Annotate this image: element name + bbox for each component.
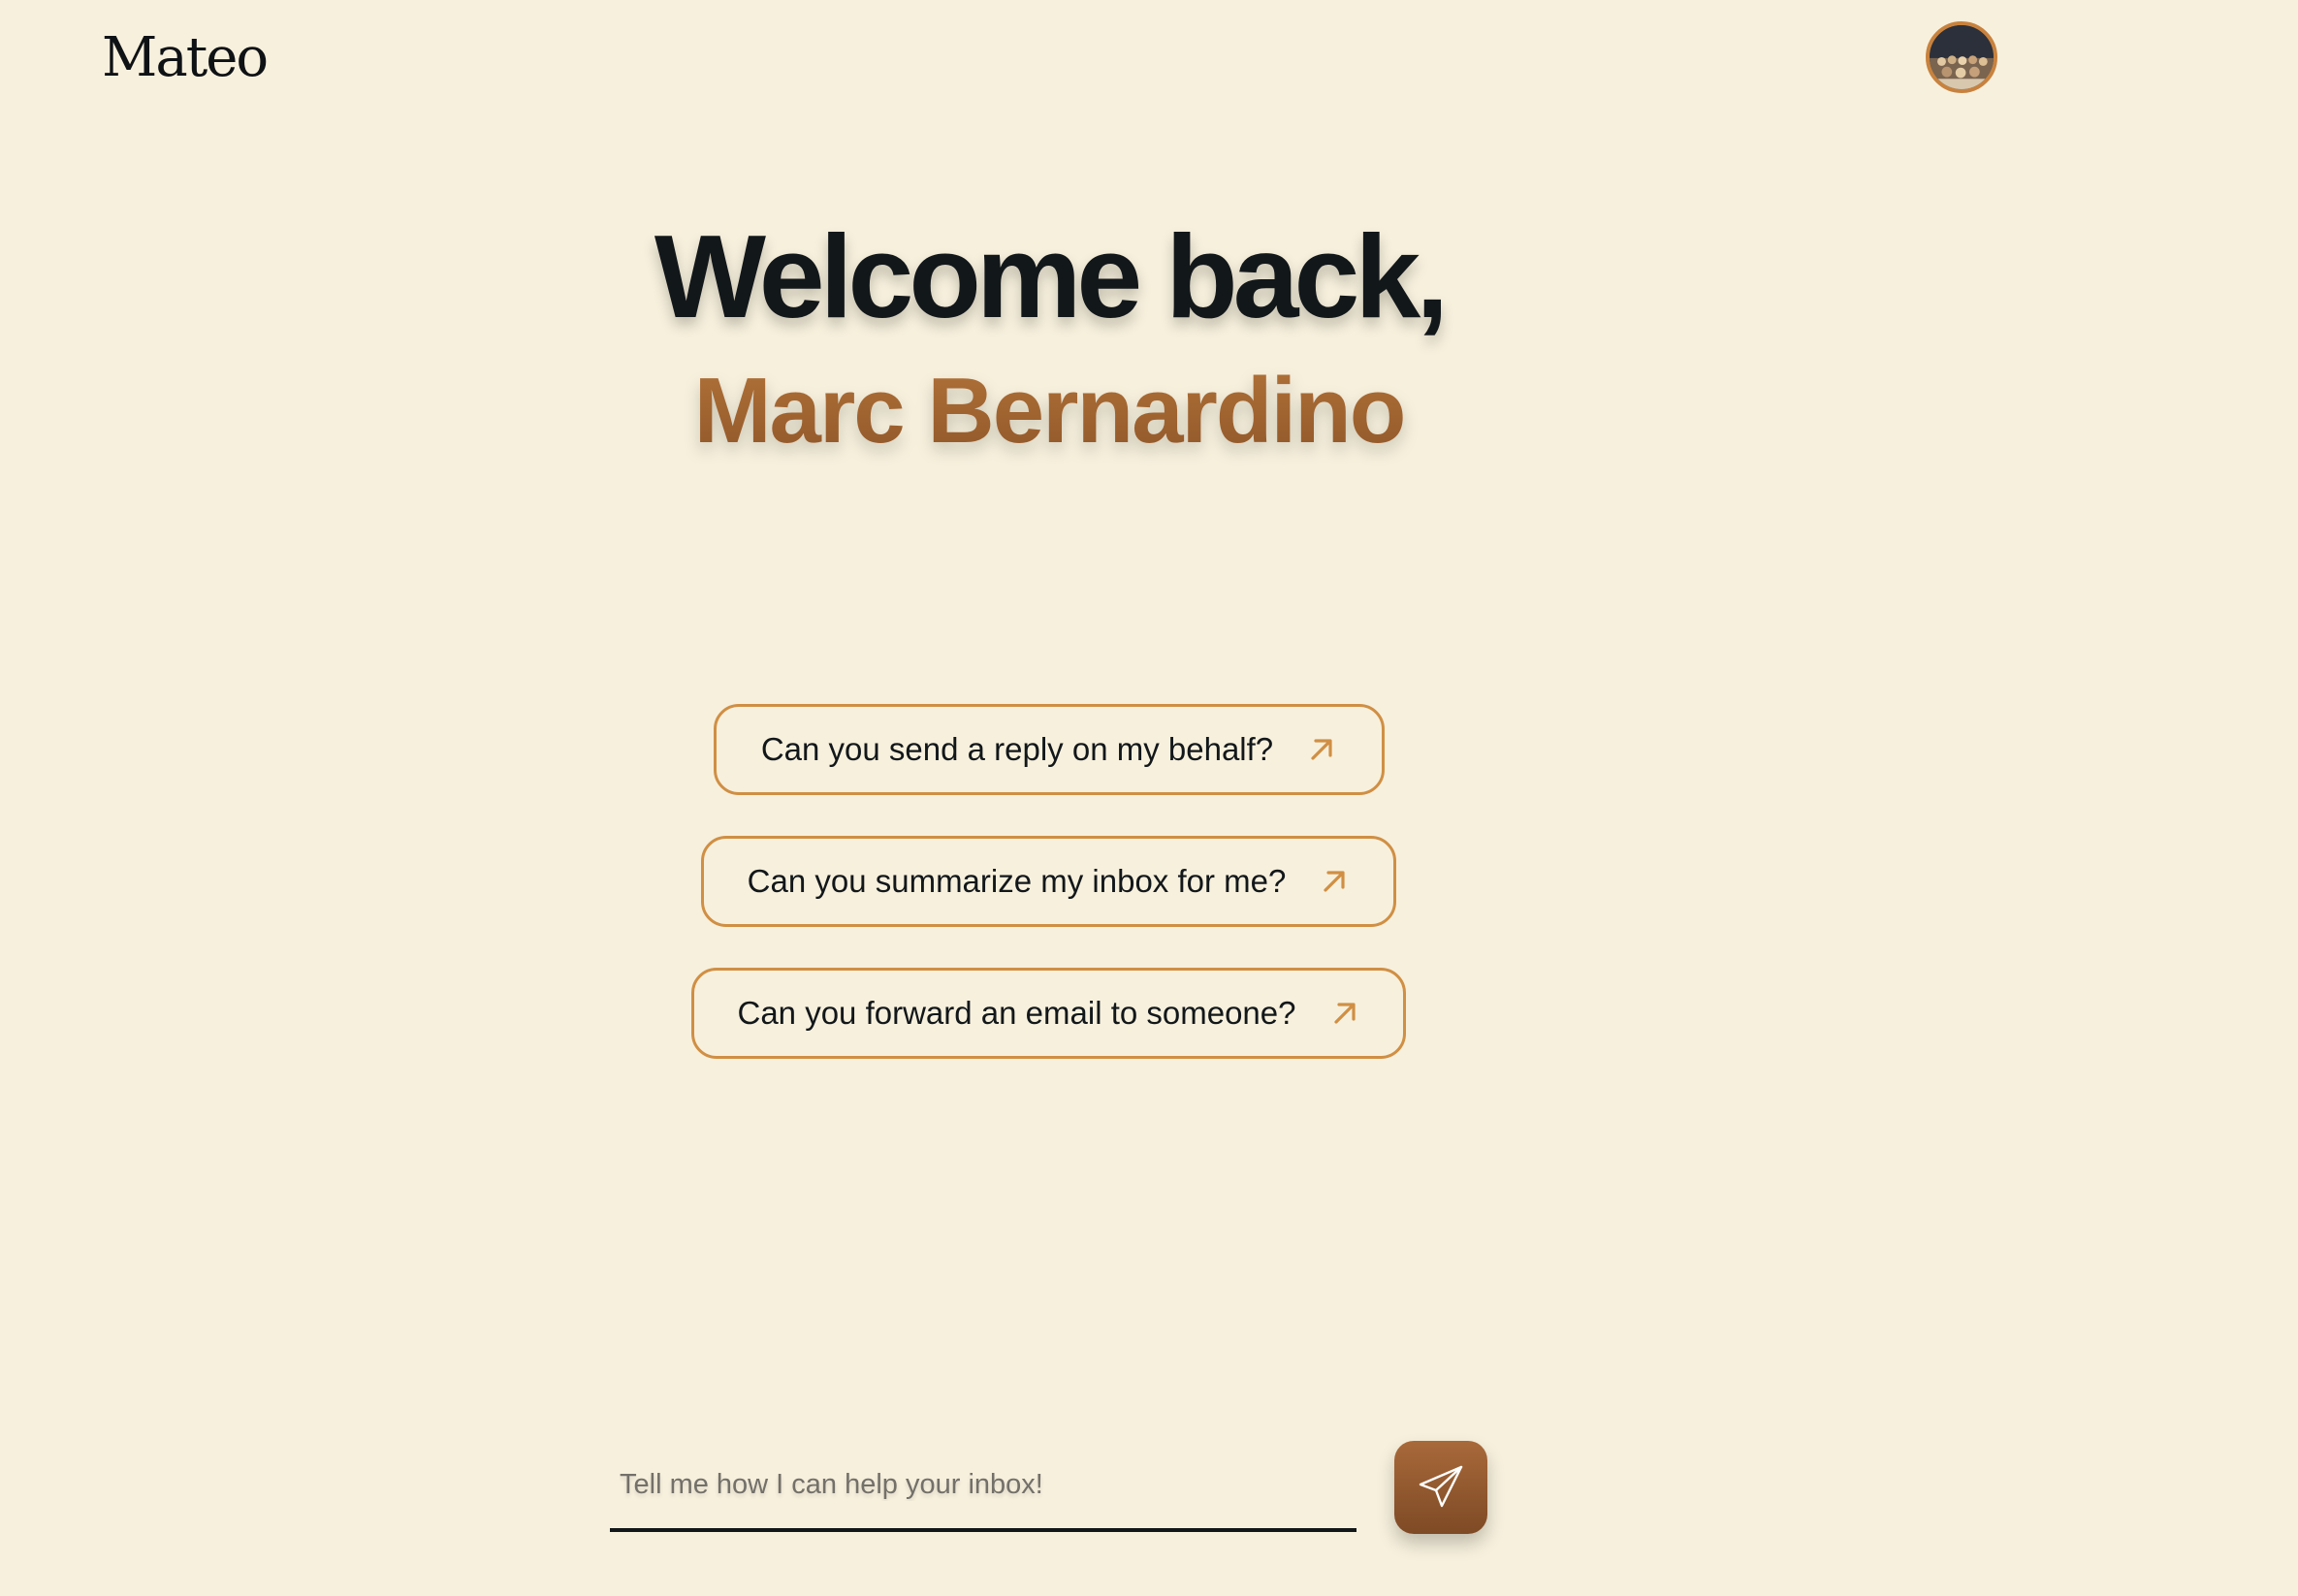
arrow-up-right-icon: [1311, 739, 1332, 760]
app-logo[interactable]: Mateo: [102, 23, 269, 93]
suggestion-send-reply-button[interactable]: Can you send a reply on my behalf?: [714, 704, 1385, 795]
chat-input[interactable]: [618, 1456, 1339, 1513]
user-name-heading: Marc Bernardino: [0, 354, 2098, 468]
arrow-up-right-icon: [1333, 1003, 1356, 1024]
paper-plane-icon: [1419, 1465, 1463, 1508]
arrow-up-right-icon: [1324, 871, 1345, 892]
composer-field: [610, 1435, 1356, 1532]
suggestion-label: Can you send a reply on my behalf?: [760, 731, 1274, 767]
suggestion-label: Can you summarize my inbox for me?: [747, 863, 1287, 899]
avatar-photo: [1930, 25, 1994, 89]
welcome-heading: Welcome back,: [654, 210, 1449, 342]
user-avatar[interactable]: [1926, 21, 1997, 93]
suggestion-forward-email-button[interactable]: Can you forward an email to someone?: [691, 968, 1406, 1059]
send-button[interactable]: [1394, 1441, 1487, 1534]
suggestion-summarize-inbox-button[interactable]: Can you summarize my inbox for me?: [701, 836, 1396, 927]
suggestion-label: Can you forward an email to someone?: [737, 995, 1296, 1031]
